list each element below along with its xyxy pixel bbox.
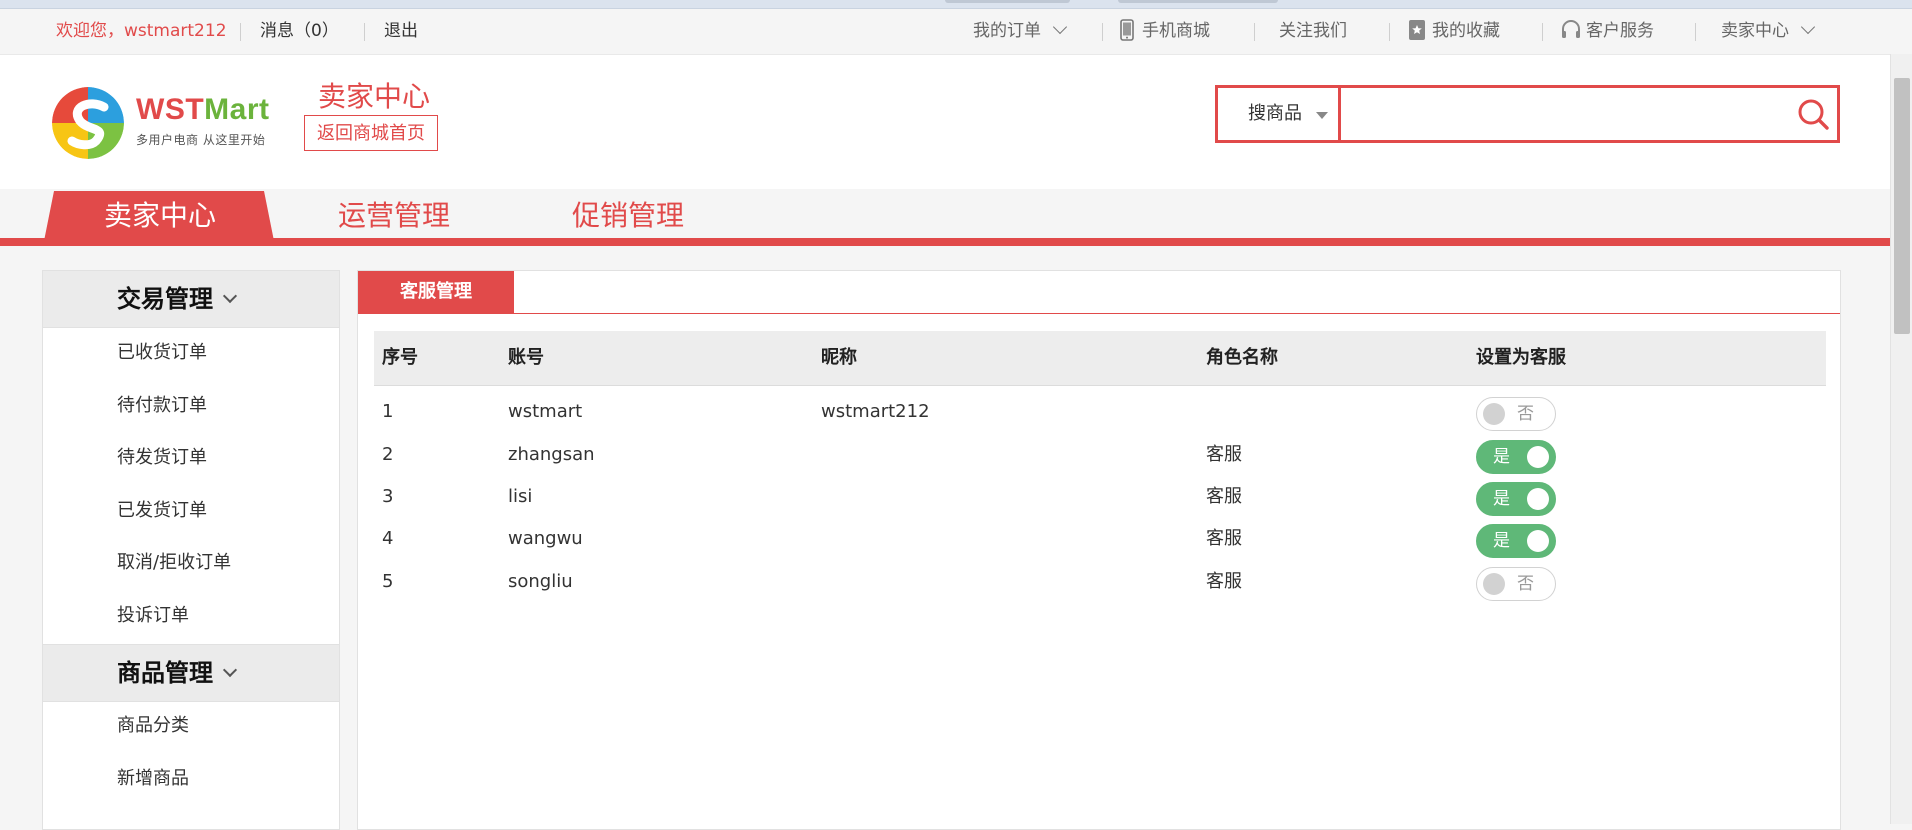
logout-link[interactable]: 退出 — [384, 9, 418, 54]
sidebar-item-received-orders[interactable]: 已收货订单 — [117, 338, 207, 368]
toggle-knob — [1527, 530, 1549, 552]
column-header: 账号 — [508, 347, 544, 368]
toggle-knob — [1483, 403, 1505, 425]
top-bar: 欢迎您，wstmart212 消息（0） 退出 我的订单 手机商城 关注我们 我… — [0, 9, 1890, 55]
sidebar-group-title: 商品管理 — [117, 659, 213, 687]
tab-customer-service[interactable]: 客服管理 — [358, 271, 514, 313]
favorites-link[interactable]: 我的收藏 — [1408, 9, 1500, 54]
service-toggle[interactable]: 否 — [1476, 397, 1556, 431]
browser-tab-edge[interactable] — [1118, 0, 1278, 3]
service-toggle[interactable]: 是 — [1476, 482, 1556, 516]
service-toggle[interactable]: 是 — [1476, 440, 1556, 474]
divider — [1542, 23, 1543, 41]
panel-tab-underline — [358, 313, 1840, 314]
search-icon[interactable] — [1796, 97, 1830, 131]
mobile-mall-link[interactable]: 手机商城 — [1120, 9, 1210, 54]
my-orders-menu[interactable]: 我的订单 — [973, 9, 1068, 54]
divider — [1389, 23, 1390, 41]
chevron-down-icon — [1800, 19, 1816, 35]
service-toggle[interactable]: 是 — [1476, 524, 1556, 558]
logo-wordmark[interactable]: WSTMart — [136, 93, 270, 127]
table-row: 5 songliu 客服 否 — [374, 557, 1826, 609]
column-header: 设置为客服 — [1476, 347, 1566, 368]
site-header: WSTMart 多用户电商 从这里开始 卖家中心 返回商城首页 搜商品 — [0, 55, 1890, 189]
browser-tab-edge[interactable] — [945, 0, 1070, 3]
customer-service-label: 客户服务 — [1586, 21, 1654, 41]
scrollbar-thumb[interactable] — [1894, 78, 1910, 334]
customer-service-link[interactable]: 客户服务 — [1560, 9, 1654, 54]
caret-down-icon — [1316, 112, 1328, 119]
messages-link[interactable]: 消息（0） — [260, 9, 339, 54]
search-type-select[interactable]: 搜商品 — [1218, 88, 1341, 140]
cell-role: 客服 — [1206, 571, 1242, 592]
toggle-label: 否 — [1517, 404, 1534, 424]
sidebar-group-trade[interactable]: 交易管理 — [43, 271, 339, 328]
sidebar-item-shipped-orders[interactable]: 已发货订单 — [117, 496, 207, 526]
sidebar-item-new-goods[interactable]: 新增商品 — [117, 764, 189, 794]
toggle-knob — [1527, 488, 1549, 510]
chevron-down-icon — [222, 288, 238, 304]
seller-center-menu[interactable]: 卖家中心 — [1721, 9, 1816, 54]
sidebar-item-pending-payment[interactable]: 待付款订单 — [117, 391, 207, 421]
page-scrollbar[interactable] — [1890, 54, 1912, 824]
cell-no: 5 — [382, 571, 394, 592]
logo-tagline: 多用户电商 从这里开始 — [136, 133, 266, 147]
column-header: 昵称 — [821, 347, 857, 368]
service-toggle[interactable]: 否 — [1476, 567, 1556, 601]
logo-wordmark-part: Mart — [204, 93, 270, 126]
my-orders-label: 我的订单 — [973, 21, 1041, 41]
seller-center-title: 卖家中心 — [318, 80, 431, 113]
headset-icon — [1562, 20, 1580, 38]
divider — [364, 23, 365, 41]
favorites-icon — [1409, 20, 1425, 40]
divider — [1102, 23, 1103, 41]
toggle-label: 是 — [1493, 531, 1510, 551]
toggle-label: 是 — [1493, 489, 1510, 509]
toggle-knob — [1527, 446, 1549, 468]
nav-underline — [0, 238, 1890, 246]
sidebar-item-pending-shipment[interactable]: 待发货订单 — [117, 443, 207, 473]
follow-us-link[interactable]: 关注我们 — [1279, 9, 1347, 54]
logo-mark[interactable] — [52, 87, 124, 159]
toggle-label: 否 — [1517, 574, 1534, 594]
main-panel: 客服管理 序号 账号 昵称 角色名称 设置为客服 1 wstmart wstma… — [357, 270, 1841, 830]
cell-account: songliu — [508, 571, 573, 592]
sidebar: 交易管理 已收货订单 待付款订单 待发货订单 已发货订单 取消/拒收订单 投诉订… — [42, 270, 340, 830]
chevron-down-icon — [222, 662, 238, 678]
search-input[interactable] — [1342, 92, 1776, 138]
sidebar-item-cancelled-orders[interactable]: 取消/拒收订单 — [117, 548, 231, 578]
toggle-label: 是 — [1493, 447, 1510, 467]
logo-wordmark-part: WST — [136, 93, 205, 126]
sidebar-group-title: 交易管理 — [117, 285, 213, 313]
column-header: 序号 — [382, 347, 418, 368]
chevron-down-icon — [1052, 19, 1068, 35]
table-header: 序号 账号 昵称 角色名称 设置为客服 — [374, 331, 1826, 386]
sidebar-item-complaint-orders[interactable]: 投诉订单 — [117, 601, 189, 631]
search-type-label: 搜商品 — [1248, 103, 1302, 124]
divider — [1695, 23, 1696, 41]
mobile-mall-label: 手机商城 — [1142, 21, 1210, 41]
search-box: 搜商品 — [1215, 85, 1840, 143]
divider — [240, 23, 241, 41]
nav-tab-operations[interactable]: 运营管理 — [338, 196, 450, 236]
back-to-home-button[interactable]: 返回商城首页 — [304, 115, 438, 151]
sidebar-item-goods-category[interactable]: 商品分类 — [117, 711, 189, 741]
nav-tab-seller-center[interactable]: 卖家中心 — [104, 196, 216, 236]
divider — [1254, 23, 1255, 41]
seller-center-label: 卖家中心 — [1721, 21, 1789, 41]
main-nav — [0, 189, 1890, 239]
browser-chrome-edge — [0, 0, 1912, 9]
favorites-label: 我的收藏 — [1432, 21, 1500, 41]
welcome-link[interactable]: 欢迎您，wstmart212 — [56, 9, 227, 54]
column-header: 角色名称 — [1206, 347, 1278, 368]
phone-icon — [1120, 19, 1134, 41]
toggle-knob — [1483, 573, 1505, 595]
nav-tab-promotions[interactable]: 促销管理 — [572, 196, 684, 236]
sidebar-group-goods[interactable]: 商品管理 — [43, 644, 339, 702]
